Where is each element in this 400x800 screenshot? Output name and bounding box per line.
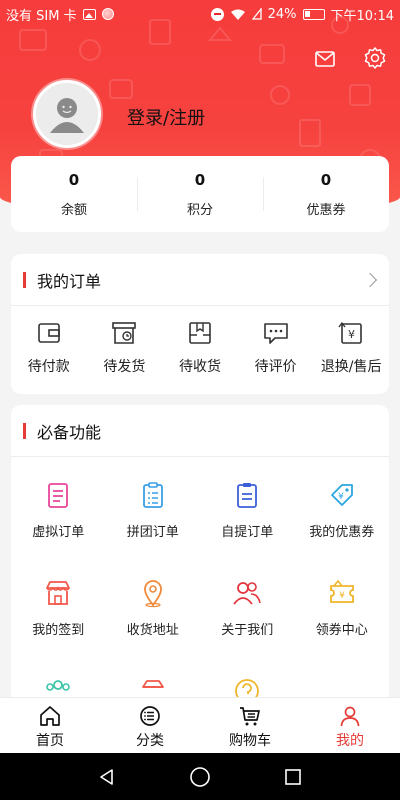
gear-icon[interactable] xyxy=(363,46,387,70)
home-icon xyxy=(40,706,60,726)
tab-label: 首页 xyxy=(36,733,64,749)
store-icon xyxy=(46,581,71,605)
orders-header[interactable]: 我的订单 xyxy=(11,254,389,306)
feature-about-us[interactable]: 关于我们 xyxy=(200,577,295,675)
feature-label: 关于我们 xyxy=(221,623,274,638)
stat-label: 优惠券 xyxy=(306,202,346,218)
bottom-tab-bar: 首页 分类 购物车 我的 xyxy=(0,697,400,753)
tab-category[interactable]: 分类 xyxy=(100,698,200,753)
stat-value: 0 xyxy=(194,170,206,189)
recents-square-icon xyxy=(285,768,302,785)
stat-balance[interactable]: 0 余额 xyxy=(11,171,137,218)
package-icon xyxy=(189,322,211,344)
battery-percent: 24% xyxy=(267,6,297,22)
feature-label: 虚拟订单 xyxy=(32,525,85,540)
cart-icon xyxy=(240,707,260,726)
feature-label: 自提订单 xyxy=(221,525,274,540)
login-register-link[interactable]: 登录/注册 xyxy=(127,104,205,130)
feature-label: 我的优惠券 xyxy=(309,525,375,540)
order-label: 退换/售后 xyxy=(320,359,382,375)
essential-features-card: 必备功能 虚拟订单 拼团订单 自提订单 ¥ 我的优惠券 我的签到 收货地址 关于… xyxy=(11,405,389,715)
picture-notification-icon xyxy=(82,8,96,20)
tab-label: 分类 xyxy=(136,733,164,749)
user-icon xyxy=(340,706,360,727)
feature-label: 收货地址 xyxy=(126,623,179,638)
stat-value: 0 xyxy=(68,170,80,189)
svg-text:¥: ¥ xyxy=(348,328,355,341)
my-orders-card: 我的订单 待付款 待发货 待收货 待评价 ¥ 退换/售后 xyxy=(11,254,389,394)
chevron-right-icon[interactable] xyxy=(362,272,378,287)
svg-text:¥: ¥ xyxy=(338,492,344,502)
order-refund-aftersale[interactable]: ¥ 退换/售后 xyxy=(313,318,389,376)
recents-button[interactable] xyxy=(281,765,305,789)
coupon-tag-icon: ¥ xyxy=(330,484,353,506)
feature-check-in[interactable]: 我的签到 xyxy=(11,577,106,675)
stat-points[interactable]: 0 积分 xyxy=(137,171,263,218)
svg-text:¥: ¥ xyxy=(339,591,345,601)
feature-label: 拼团订单 xyxy=(126,525,179,540)
stat-label: 余额 xyxy=(60,202,87,218)
tab-mine[interactable]: 我的 xyxy=(300,698,400,753)
order-label: 待付款 xyxy=(27,359,70,375)
stat-label: 积分 xyxy=(186,202,213,218)
order-pending-payment[interactable]: 待付款 xyxy=(11,318,87,376)
feature-label: 我的签到 xyxy=(32,623,85,638)
order-label: 待评价 xyxy=(254,359,297,375)
feature-shipping-address[interactable]: 收货地址 xyxy=(106,577,201,675)
tab-label: 购物车 xyxy=(229,733,271,749)
feature-my-coupons[interactable]: ¥ 我的优惠券 xyxy=(295,479,390,577)
status-bar: 没有 SIM 卡 24% 下午10:14 xyxy=(0,0,400,28)
wifi-icon xyxy=(230,9,245,20)
avatar[interactable] xyxy=(33,80,101,148)
virtual-order-icon xyxy=(48,483,69,508)
feature-group-order[interactable]: 拼团订单 xyxy=(106,479,201,577)
back-triangle-icon xyxy=(99,768,113,785)
system-nav-bar xyxy=(0,753,400,800)
account-stats-card: 0 余额 0 积分 0 优惠券 xyxy=(11,156,389,232)
order-label: 待收货 xyxy=(178,359,221,375)
features-title: 必备功能 xyxy=(37,422,102,442)
feature-label: 领券中心 xyxy=(315,623,368,638)
location-icon xyxy=(143,580,162,608)
category-icon xyxy=(140,706,160,726)
back-button[interactable] xyxy=(95,765,119,789)
section-accent-bar xyxy=(23,271,26,288)
signal-icon xyxy=(251,8,262,20)
carrier-text: 没有 SIM 卡 xyxy=(6,8,77,24)
tab-cart[interactable]: 购物车 xyxy=(200,698,300,753)
order-pending-shipment[interactable]: 待发货 xyxy=(87,318,163,376)
app-notification-icon xyxy=(101,8,114,20)
pickup-order-icon xyxy=(237,483,258,508)
home-circle-icon xyxy=(190,766,210,787)
mail-icon[interactable] xyxy=(314,48,336,70)
stat-value: 0 xyxy=(320,170,332,189)
coupon-wallet-icon: ¥ xyxy=(329,579,354,603)
battery-icon xyxy=(302,8,325,20)
comment-icon xyxy=(263,323,288,344)
order-pending-receipt[interactable]: 待收货 xyxy=(162,318,238,376)
box-clock-icon xyxy=(112,322,137,344)
orders-title: 我的订单 xyxy=(37,271,102,291)
clock: 下午10:14 xyxy=(330,8,394,24)
refund-icon: ¥ xyxy=(338,321,362,344)
features-header: 必备功能 xyxy=(11,405,389,457)
tab-label: 我的 xyxy=(336,733,364,749)
feature-virtual-order[interactable]: 虚拟订单 xyxy=(11,479,106,577)
feature-coupon-center[interactable]: ¥ 领券中心 xyxy=(295,577,390,675)
home-button[interactable] xyxy=(188,765,212,789)
order-pending-review[interactable]: 待评价 xyxy=(238,318,314,376)
people-icon xyxy=(233,582,262,605)
dnd-icon xyxy=(210,7,224,21)
section-accent-bar xyxy=(23,422,26,439)
tab-home[interactable]: 首页 xyxy=(0,698,100,753)
wallet-icon xyxy=(37,323,60,343)
stat-coupons[interactable]: 0 优惠券 xyxy=(263,171,389,218)
order-label: 待发货 xyxy=(103,359,146,375)
default-avatar-icon xyxy=(36,83,98,145)
feature-pickup-order[interactable]: 自提订单 xyxy=(200,479,295,577)
group-order-icon xyxy=(142,482,163,508)
